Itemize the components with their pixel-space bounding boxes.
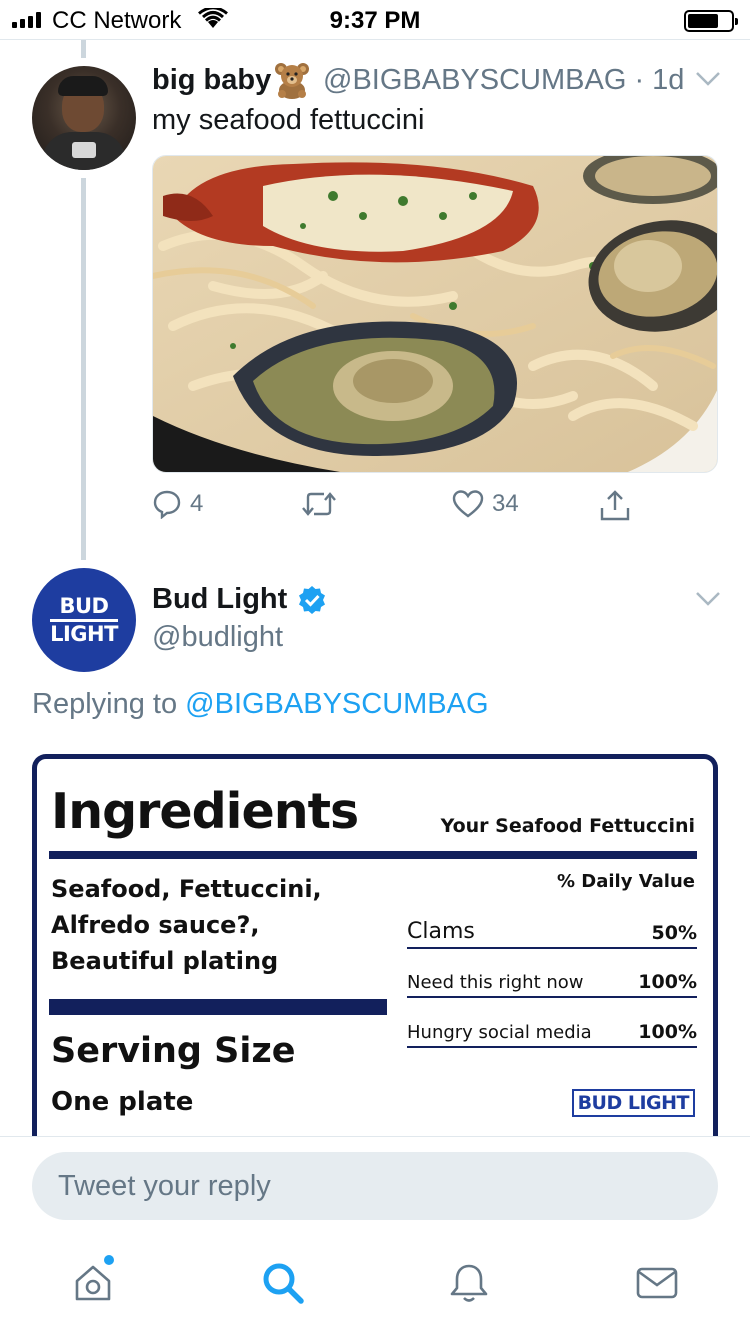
tweet-photo[interactable] [152,155,718,473]
ingredients-image[interactable]: Ingredients Your Seafood Fettuccini Seaf… [32,754,718,1136]
ingredients-subtitle: Your Seafood Fettuccini [440,815,695,837]
ingredient-line: Beautiful plating [51,947,279,975]
replying-to: Replying to @BIGBABYSCUMBAG [32,688,489,720]
battery-icon [684,10,738,32]
tab-search[interactable] [258,1258,308,1308]
bud-light-badge: BUD LIGHT [571,1089,695,1117]
speech-bubble-icon [153,490,181,519]
ingredients-title: Ingredients [51,783,359,840]
avatar[interactable]: BUD LIGHT [32,568,136,672]
tab-home[interactable] [68,1258,118,1308]
tab-notifications[interactable] [444,1258,494,1308]
daily-value-row: Clams 50% [407,919,697,949]
new-content-dot [104,1255,114,1265]
chevron-down-icon[interactable] [694,70,722,88]
tab-messages[interactable] [632,1258,682,1308]
retweet-icon [302,492,336,516]
divider-bar [49,851,697,859]
home-icon [75,1265,111,1301]
ingredient-line: Seafood, Fettuccini, [51,875,322,903]
display-name[interactable]: big baby [152,64,271,97]
verified-badge-icon [299,586,325,614]
daily-value-row: Need this right now 100% [407,971,697,998]
chevron-down-icon[interactable] [694,590,722,608]
retweet-button[interactable] [300,489,338,519]
serving-size-title: Serving Size [51,1031,296,1071]
bell-icon [450,1264,488,1302]
thread-line-top [81,40,86,58]
ingredients-list: Seafood, Fettuccini, Alfredo sauce?, Bea… [51,871,381,979]
mention-link[interactable]: @BIGBABYSCUMBAG [185,688,488,720]
reply-count: 4 [190,490,204,517]
share-icon [600,490,630,521]
reply-button[interactable]: 4 [152,489,203,519]
avatar[interactable] [32,66,136,170]
clock: 9:37 PM [329,7,421,34]
like-count: 34 [492,490,519,517]
ingredient-line: Alfredo sauce?, [51,911,260,939]
divider-bar [49,999,387,1015]
daily-value-row: Hungry social media 100% [407,1021,697,1048]
like-button[interactable]: 34 [452,489,519,519]
handle-and-timestamp[interactable]: @BIGBABYSCUMBAG · 1d [323,64,684,97]
tweet-text: my seafood fettuccini [152,104,425,136]
teddy-bear-icon [275,63,309,99]
search-icon [263,1263,304,1304]
tweet-actions: 4 34 [0,489,750,529]
share-button[interactable] [598,489,632,523]
heart-icon [452,490,484,518]
daily-value-header: % Daily Value [556,871,695,892]
envelope-icon [636,1267,678,1299]
serving-size-value: One plate [51,1087,194,1117]
handle[interactable]: @budlight [152,621,283,654]
tweet-reply-input[interactable] [32,1152,718,1220]
status-bar: CC Network 9:37 PM [0,0,750,40]
divider [0,1136,750,1137]
display-name[interactable]: Bud Light [152,583,287,616]
bud-light-logo: BUD LIGHT [50,593,118,646]
seafood-fettuccini-image [153,156,717,472]
